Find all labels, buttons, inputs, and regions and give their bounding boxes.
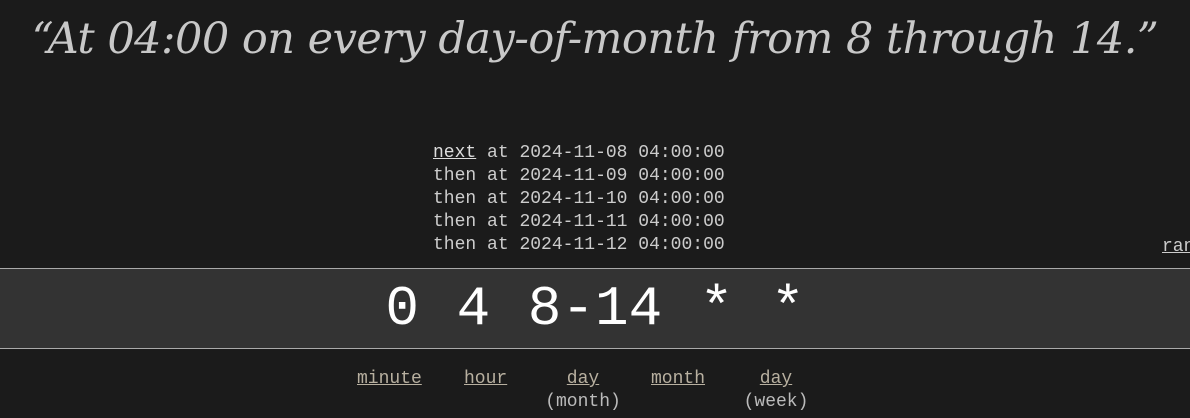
at-text: at bbox=[487, 166, 509, 186]
at-text: at bbox=[487, 212, 509, 232]
run-time: 2024-11-11 04:00:00 bbox=[519, 212, 725, 232]
run-time: 2024-11-10 04:00:00 bbox=[519, 189, 725, 209]
run-item: then at 2024-11-12 04:00:00 bbox=[433, 234, 725, 257]
field-minute: minute bbox=[357, 368, 422, 391]
at-text: at bbox=[487, 143, 509, 163]
then-text: then bbox=[433, 212, 477, 232]
hour-link[interactable]: hour bbox=[464, 369, 507, 389]
field-day-week: day (week) bbox=[741, 368, 811, 414]
day-week-link[interactable]: day bbox=[760, 369, 792, 389]
day-week-sub: (week) bbox=[743, 392, 809, 412]
run-item: then at 2024-11-09 04:00:00 bbox=[433, 165, 725, 188]
run-time: 2024-11-08 04:00:00 bbox=[519, 143, 725, 163]
day-month-link[interactable]: day bbox=[567, 369, 599, 389]
next-link[interactable]: next bbox=[433, 143, 476, 163]
cron-expression-input[interactable] bbox=[0, 269, 1190, 348]
next-runs-list: next at 2024-11-08 04:00:00 then at 2024… bbox=[433, 142, 725, 257]
random-link[interactable]: random bbox=[1162, 237, 1190, 257]
run-time: 2024-11-12 04:00:00 bbox=[519, 235, 725, 255]
at-text: at bbox=[487, 235, 509, 255]
cron-description: “At 04:00 on every day-of-month from 8 t… bbox=[31, 14, 1159, 64]
then-text: then bbox=[433, 189, 477, 209]
then-text: then bbox=[433, 166, 477, 186]
then-text: then bbox=[433, 235, 477, 255]
minute-link[interactable]: minute bbox=[357, 369, 422, 389]
at-text: at bbox=[487, 189, 509, 209]
day-month-sub: (month) bbox=[545, 392, 621, 412]
run-item: then at 2024-11-11 04:00:00 bbox=[433, 211, 725, 234]
run-item: next at 2024-11-08 04:00:00 bbox=[433, 142, 725, 165]
run-time: 2024-11-09 04:00:00 bbox=[519, 166, 725, 186]
cron-input-bar bbox=[0, 268, 1190, 349]
month-link[interactable]: month bbox=[651, 369, 705, 389]
field-hour: hour bbox=[464, 368, 507, 391]
field-day-month: day (month) bbox=[543, 368, 623, 414]
run-item: then at 2024-11-10 04:00:00 bbox=[433, 188, 725, 211]
field-month: month bbox=[651, 368, 705, 391]
